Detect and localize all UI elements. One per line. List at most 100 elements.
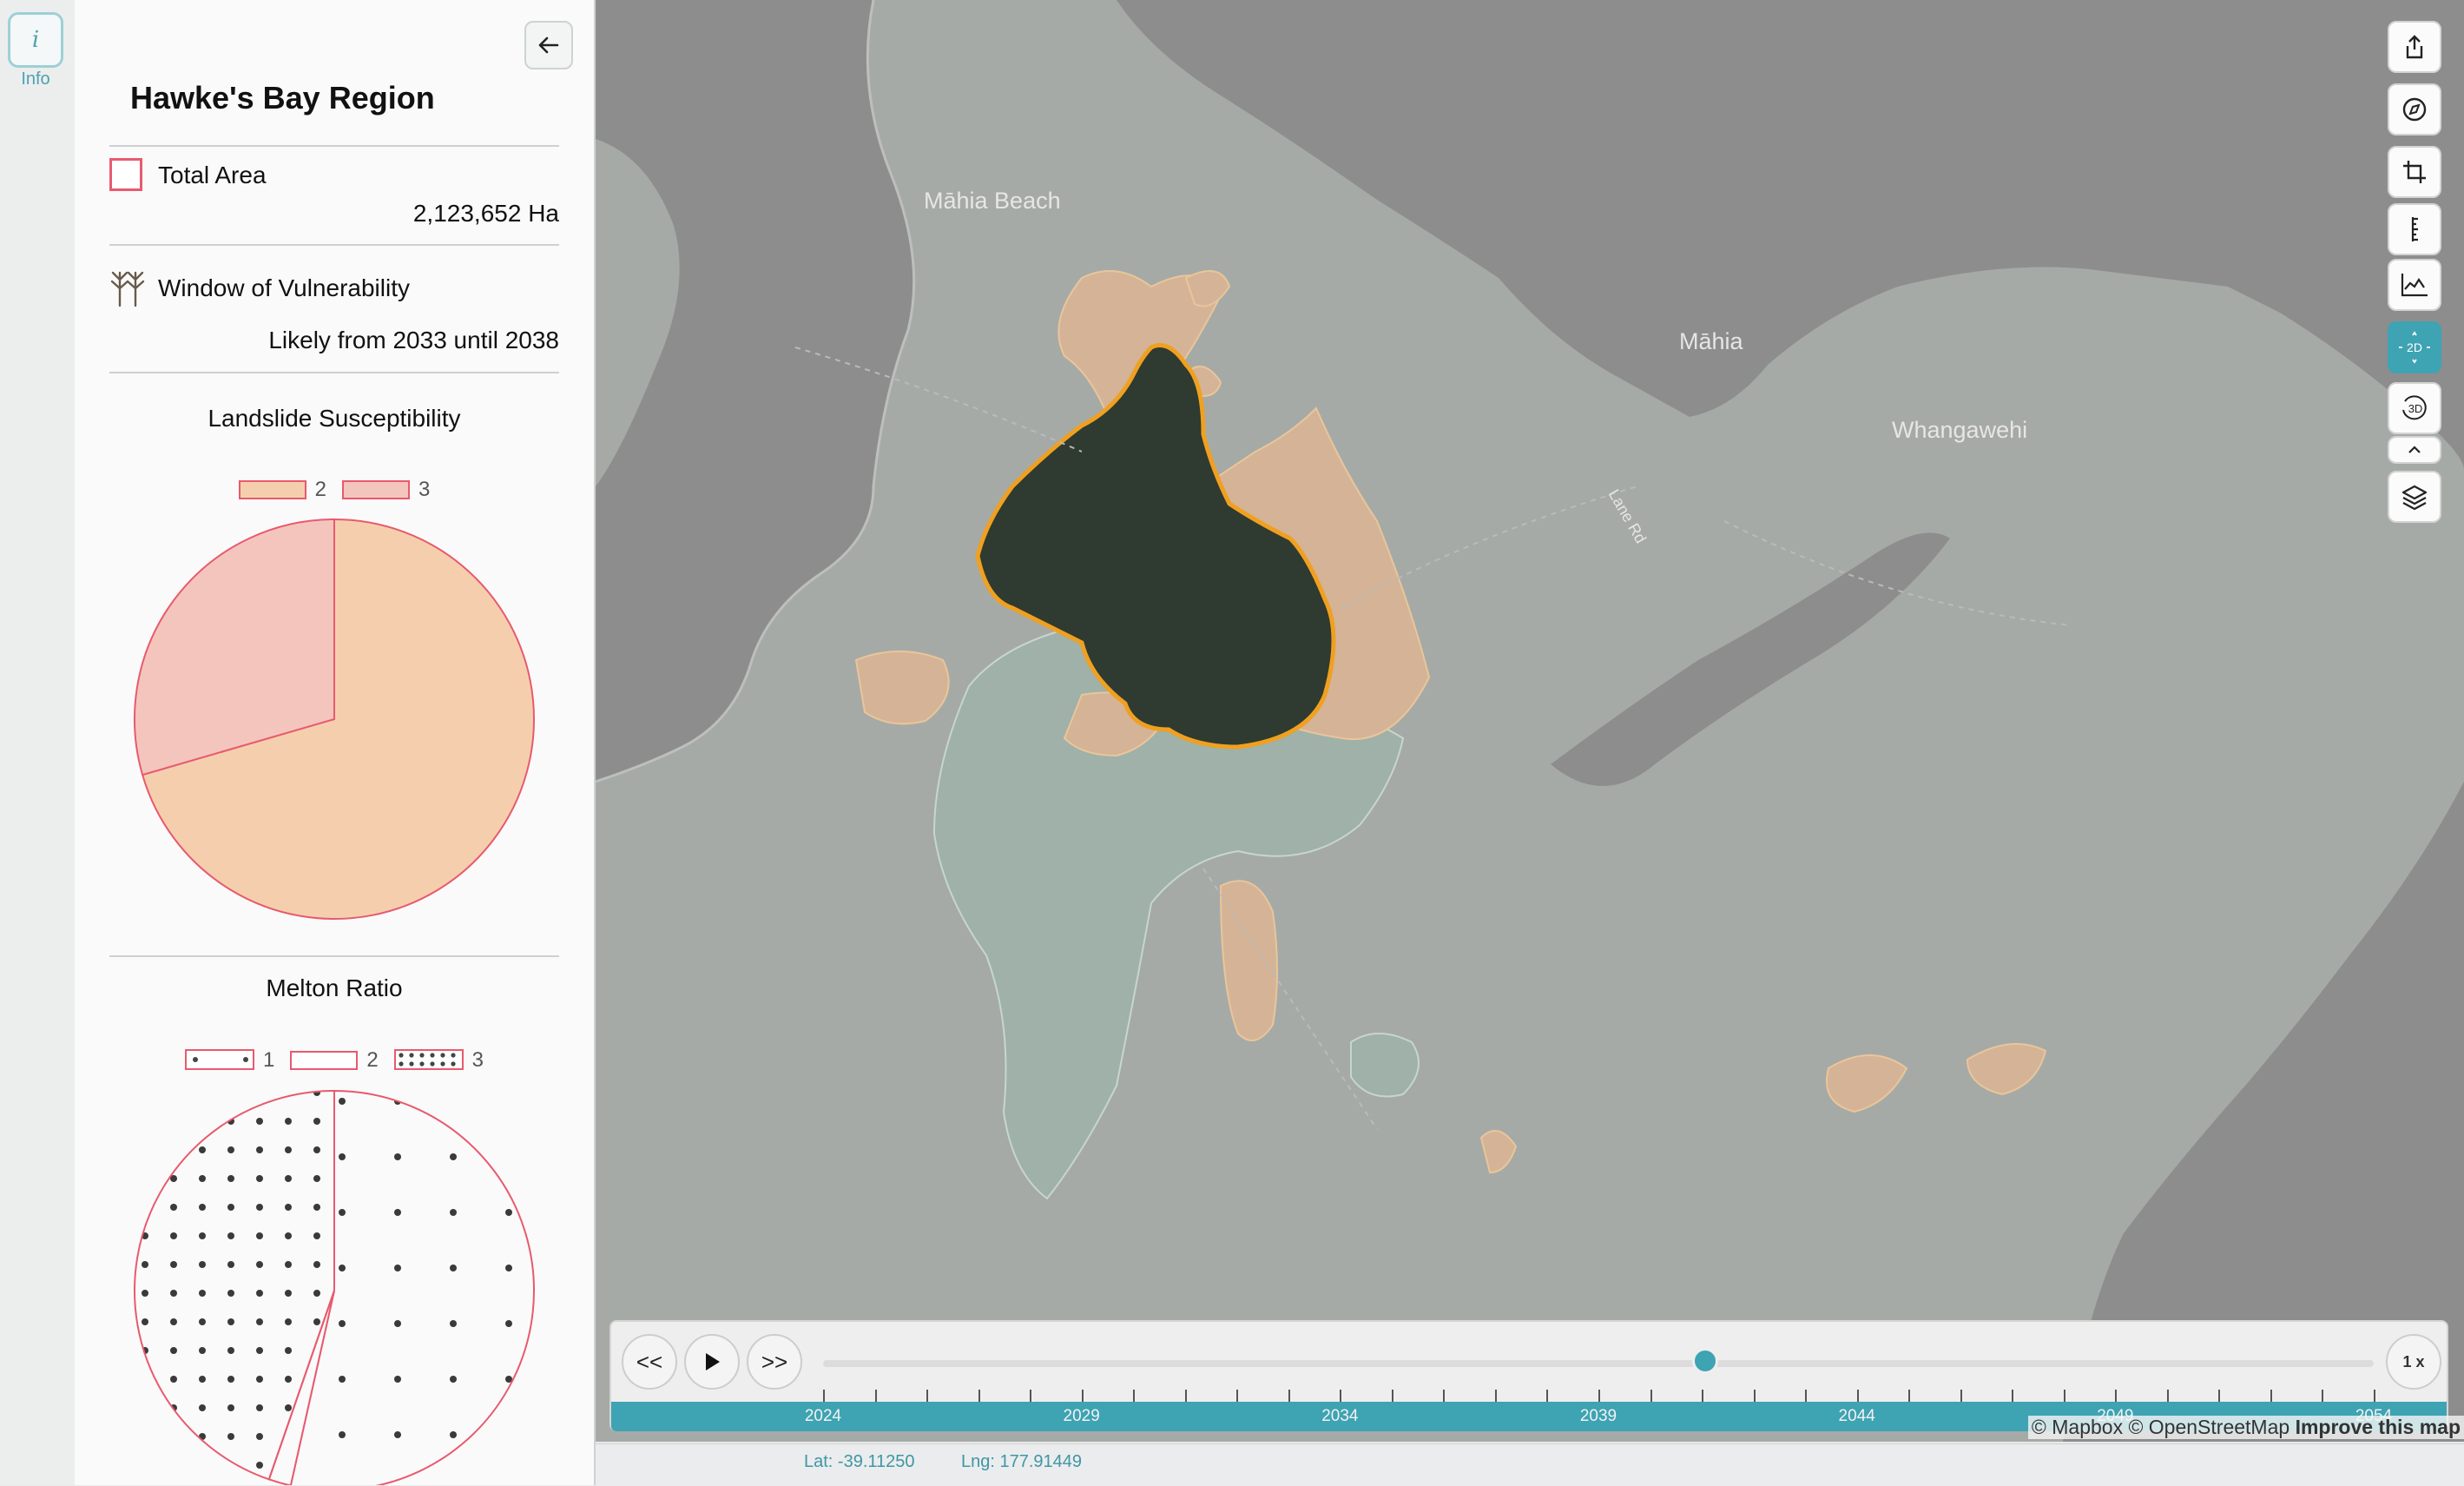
year-tick — [2012, 1390, 2014, 1402]
2d-view-button[interactable]: 2D — [2388, 321, 2441, 373]
legend-label: 1 — [262, 1048, 275, 1072]
divider — [109, 244, 559, 246]
info-icon: i — [31, 27, 40, 53]
play-button[interactable] — [684, 1334, 740, 1390]
year-tick — [1133, 1390, 1136, 1402]
map-attribution: © Mapbox © OpenStreetMap Improve this ma… — [2027, 1416, 2464, 1439]
rewind-button[interactable]: << — [622, 1334, 677, 1390]
info-tab-button[interactable]: i — [8, 12, 63, 68]
timeline-track[interactable] — [823, 1360, 2374, 1367]
year-tick — [1908, 1390, 1911, 1402]
year-tick — [1494, 1390, 1497, 1402]
year-tick — [2374, 1390, 2375, 1402]
legend-label: 3 — [418, 478, 431, 501]
map-svg — [596, 0, 2464, 1442]
year-tick — [1340, 1390, 1342, 1402]
fast-forward-icon: >> — [761, 1348, 788, 1375]
back-button[interactable] — [524, 21, 573, 69]
landslide-pie-chart — [134, 518, 535, 920]
total-area-swatch — [109, 158, 142, 191]
latitude-readout: Lat: -39.11250 — [804, 1452, 915, 1471]
year-tick — [2270, 1390, 2272, 1402]
map-label-mahia: Māhia — [1679, 328, 1743, 354]
longitude-readout: Lng: 177.91449 — [961, 1452, 1083, 1471]
ruler-icon — [2411, 217, 2418, 241]
year-tick — [1288, 1390, 1290, 1402]
year-tick — [1856, 1390, 1859, 1402]
legend-item: 3 — [342, 478, 430, 502]
layers-icon — [2401, 485, 2428, 510]
elevation-profile-icon — [2401, 274, 2428, 297]
crop-button[interactable] — [2388, 146, 2441, 198]
map-label-whangawehi: Whangawehi — [1892, 417, 2028, 443]
legend-label: 2 — [366, 1048, 379, 1072]
layers-button[interactable] — [2388, 471, 2441, 523]
info-panel: Hawke's Bay Region Total Area 2,123,652 … — [75, 0, 596, 1485]
region-title: Hawke's Bay Region — [130, 80, 435, 116]
year-tick — [1598, 1390, 1600, 1402]
divider — [109, 955, 559, 957]
map-label-mahia-beach: Māhia Beach — [924, 188, 1061, 214]
year-tick — [926, 1390, 929, 1402]
land-mass — [596, 0, 2464, 1442]
3d-rotate-label: 3D — [2408, 402, 2423, 415]
2d-view-icon: 2D — [2399, 331, 2430, 364]
forest-zone — [1350, 1033, 1420, 1098]
legend-swatch — [184, 1049, 254, 1070]
total-area-label: Total Area — [158, 162, 267, 188]
map-canvas[interactable]: Māhia Beach Māhia Whangawehi Lane Rd — [596, 0, 2464, 1442]
year-tick — [1443, 1390, 1446, 1402]
year-tick — [2063, 1390, 2065, 1402]
elevation-profile-button[interactable] — [2388, 259, 2441, 311]
fast-forward-button[interactable]: >> — [747, 1334, 802, 1390]
year-tick — [1236, 1390, 1239, 1402]
chart-title-melton: Melton Ratio — [266, 974, 403, 1001]
ruler-button[interactable] — [2388, 203, 2441, 255]
play-icon — [706, 1353, 720, 1370]
year-tick — [1391, 1390, 1393, 1402]
share-button[interactable] — [2388, 21, 2441, 73]
timeline-thumb[interactable] — [1692, 1348, 1719, 1374]
compass-button[interactable] — [2388, 83, 2441, 135]
year-label: 2034 — [1321, 1407, 1359, 1425]
year-tick — [1081, 1390, 1084, 1402]
year-label: 2039 — [1579, 1407, 1617, 1425]
year-tick — [1702, 1390, 1704, 1402]
arrow-left-icon — [538, 36, 559, 54]
legend-swatch — [342, 480, 410, 499]
legend-swatch — [393, 1049, 464, 1070]
vulnerability-value: Likely from 2033 until 2038 — [268, 327, 559, 353]
year-tick — [1030, 1390, 1032, 1402]
crop-icon — [2403, 161, 2426, 183]
year-tick — [1805, 1390, 1808, 1402]
legend-swatch — [290, 1051, 359, 1070]
legend-landslide: 2 3 — [109, 478, 559, 502]
land-mass-west — [596, 139, 680, 486]
divider — [109, 372, 559, 373]
expand-toolbar-button[interactable] — [2388, 436, 2441, 464]
legend-item: 1 — [184, 1048, 275, 1073]
year-tick — [1960, 1390, 1962, 1402]
left-rail: i Info — [0, 0, 76, 1485]
melton-pie-chart — [134, 1089, 535, 1485]
rewind-icon: << — [636, 1348, 663, 1375]
3d-rotate-button[interactable]: 3D — [2388, 382, 2441, 434]
chevron-up-icon — [2408, 446, 2421, 453]
legend-label: 3 — [471, 1048, 484, 1072]
year-tick — [978, 1390, 980, 1402]
legend-item: 3 — [393, 1048, 484, 1073]
improve-map-link[interactable]: Improve this map — [2296, 1416, 2461, 1438]
share-icon — [2406, 35, 2423, 59]
speed-button[interactable]: 1 x — [2386, 1334, 2441, 1390]
legend-item: 2 — [238, 478, 326, 502]
year-label: 2029 — [1063, 1407, 1100, 1425]
year-tick — [2166, 1390, 2169, 1402]
chart-title-landslide: Landslide Susceptibility — [208, 405, 461, 432]
legend-item: 2 — [290, 1048, 379, 1073]
year-label: 2024 — [804, 1407, 842, 1425]
timeline-panel: << >> 1 x 2024202920342039204420492054 — [609, 1320, 2448, 1431]
year-tick — [1753, 1390, 1756, 1402]
year-tick — [1546, 1390, 1549, 1402]
legend-label: 2 — [314, 478, 326, 501]
legend-melton: 1 2 3 — [109, 1048, 559, 1073]
